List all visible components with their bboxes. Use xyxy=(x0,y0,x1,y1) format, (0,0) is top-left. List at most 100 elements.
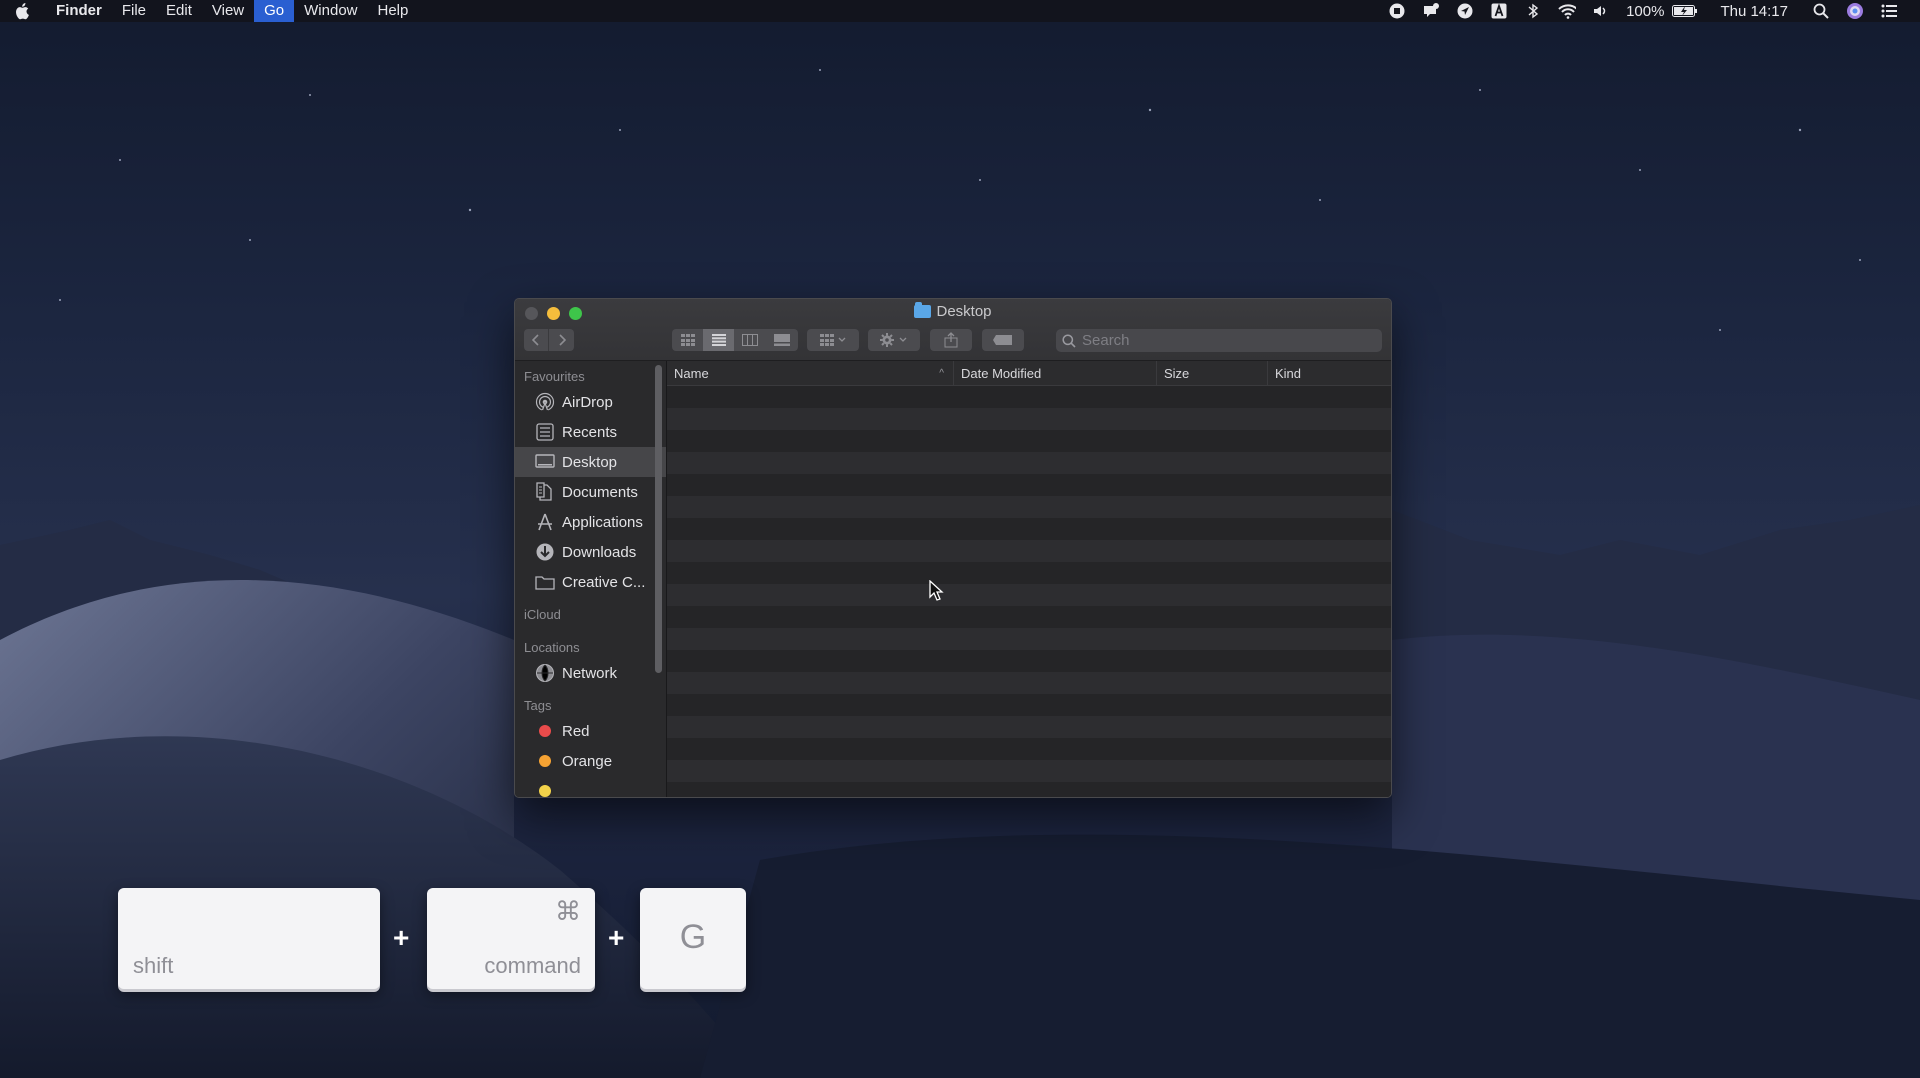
file-list[interactable]: Name ^ Date Modified Size Kind xyxy=(667,360,1391,797)
chevron-right-icon xyxy=(558,334,566,346)
sidebar-item-tag-orange[interactable]: Orange xyxy=(515,746,666,776)
window-titlebar[interactable]: Desktop xyxy=(515,299,1391,361)
battery-icon[interactable] xyxy=(1672,0,1706,22)
recents-icon xyxy=(535,422,555,442)
forward-button[interactable] xyxy=(549,329,574,351)
column-view-button[interactable] xyxy=(734,329,765,351)
sidebar-scrollbar[interactable] xyxy=(655,365,662,673)
sidebar-item-tag-partial[interactable] xyxy=(515,776,666,797)
sidebar-item-airdrop[interactable]: AirDrop xyxy=(515,387,666,417)
sidebar-item-label: Applications xyxy=(562,513,643,531)
sidebar-item-creative-cloud[interactable]: Creative C... xyxy=(515,567,666,597)
orange-tag-icon xyxy=(539,755,551,767)
menu-go[interactable]: Go xyxy=(254,0,295,22)
desktop-icon xyxy=(535,452,555,472)
sidebar-item-label: Desktop xyxy=(562,453,618,471)
sidebar-item-desktop[interactable]: Desktop xyxy=(515,447,666,477)
action-menu-button[interactable] xyxy=(868,329,920,351)
empty-row xyxy=(667,716,1391,738)
view-mode-segmented-control xyxy=(672,329,798,351)
sidebar-item-recents[interactable]: Recents xyxy=(515,417,666,447)
empty-row xyxy=(667,650,1391,672)
wifi-icon[interactable] xyxy=(1550,0,1584,22)
navigation-buttons xyxy=(524,329,574,351)
empty-row xyxy=(667,474,1391,496)
bluetooth-icon[interactable] xyxy=(1516,0,1550,22)
sidebar-item-network[interactable]: Network xyxy=(515,658,666,688)
input-source-icon[interactable] xyxy=(1482,0,1516,22)
yellow-tag-icon xyxy=(539,785,551,797)
notification-icon[interactable] xyxy=(1414,0,1448,22)
plus-sign: + xyxy=(393,922,410,953)
column-header-name[interactable]: Name ^ xyxy=(667,360,954,386)
mouse-cursor-icon xyxy=(929,579,945,607)
group-by-button[interactable] xyxy=(807,329,859,351)
menu-edit[interactable]: Edit xyxy=(156,0,202,22)
search-icon xyxy=(1062,333,1076,348)
menu-help[interactable]: Help xyxy=(368,0,419,22)
icon-view-button[interactable] xyxy=(672,329,703,351)
sidebar-heading-favourites: Favourites xyxy=(524,369,585,384)
notification-center-icon[interactable] xyxy=(1872,0,1906,22)
grid-icon xyxy=(680,334,695,346)
siri-icon[interactable] xyxy=(1838,0,1872,22)
column-header-label: Kind xyxy=(1275,365,1302,381)
screen-record-icon[interactable] xyxy=(1380,0,1414,22)
menu-app-name[interactable]: Finder xyxy=(46,0,112,22)
applications-icon xyxy=(535,512,555,532)
back-button[interactable] xyxy=(524,329,549,351)
list-icon xyxy=(711,334,726,346)
edit-tags-button[interactable] xyxy=(982,329,1024,351)
sidebar-item-label: Documents xyxy=(562,483,638,501)
search-input[interactable] xyxy=(1082,332,1362,349)
empty-row xyxy=(667,518,1391,540)
g-key: G xyxy=(640,888,746,989)
search-field[interactable] xyxy=(1056,329,1382,352)
sort-ascending-icon: ^ xyxy=(939,367,944,379)
empty-row xyxy=(667,694,1391,716)
tag-icon xyxy=(993,335,1012,345)
empty-row xyxy=(667,738,1391,760)
sidebar-item-tag-red[interactable]: Red xyxy=(515,716,666,746)
list-header: Name ^ Date Modified Size Kind xyxy=(667,360,1391,386)
command-key: ⌘ command xyxy=(427,888,595,989)
navigation-icon[interactable] xyxy=(1448,0,1482,22)
finder-window: Desktop Search Favourites AirDrop Recent… xyxy=(514,298,1392,798)
empty-row xyxy=(667,496,1391,518)
group-grid-icon xyxy=(820,334,846,346)
shift-key-label: shift xyxy=(133,953,174,978)
g-key-label: G xyxy=(679,918,707,956)
menu-file[interactable]: File xyxy=(112,0,156,22)
apple-menu-icon[interactable] xyxy=(0,0,46,22)
empty-row xyxy=(667,584,1391,606)
empty-row xyxy=(667,672,1391,694)
column-header-size[interactable]: Size xyxy=(1157,360,1268,386)
spotlight-search-icon[interactable] xyxy=(1804,0,1838,22)
column-header-kind[interactable]: Kind xyxy=(1268,361,1391,386)
menu-view[interactable]: View xyxy=(202,0,254,22)
empty-row xyxy=(667,452,1391,474)
list-view-button[interactable] xyxy=(703,329,734,351)
sidebar-item-applications[interactable]: Applications xyxy=(515,507,666,537)
window-title: Desktop xyxy=(515,302,1391,320)
column-header-label: Size xyxy=(1164,365,1190,381)
empty-row xyxy=(667,430,1391,452)
sidebar-item-documents[interactable]: Documents xyxy=(515,477,666,507)
folder-icon xyxy=(914,302,932,318)
volume-icon[interactable] xyxy=(1584,0,1618,22)
clock[interactable]: Thu 14:17 xyxy=(1706,0,1804,22)
gallery-icon xyxy=(773,334,790,346)
sidebar-item-downloads[interactable]: Downloads xyxy=(515,537,666,567)
share-button[interactable] xyxy=(930,329,972,351)
documents-icon xyxy=(535,482,555,502)
empty-row xyxy=(667,562,1391,584)
share-icon xyxy=(944,332,958,348)
menu-window[interactable]: Window xyxy=(294,0,367,22)
empty-rows xyxy=(667,386,1391,797)
airdrop-icon xyxy=(535,392,555,412)
sidebar-heading-locations: Locations xyxy=(524,640,580,655)
column-header-date-modified[interactable]: Date Modified xyxy=(954,360,1157,386)
sidebar-item-label: Recents xyxy=(562,423,618,441)
gallery-view-button[interactable] xyxy=(765,329,798,351)
battery-percentage[interactable]: 100% xyxy=(1618,0,1672,22)
